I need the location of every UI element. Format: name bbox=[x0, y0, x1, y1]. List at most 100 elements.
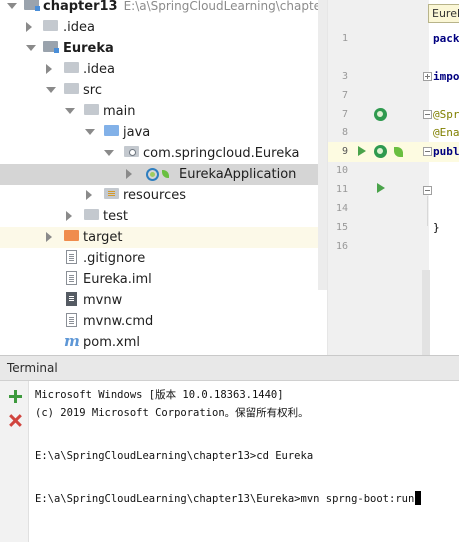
tree-item-chapter13[interactable]: chapter13 E:\a\SpringCloudLearning\chapte… bbox=[0, 0, 327, 17]
tree-item-label: com.springcloud.Eureka bbox=[143, 146, 300, 161]
module-folder-icon bbox=[24, 0, 40, 11]
tree-item-eureka-application[interactable]: EurekaApplication bbox=[0, 164, 327, 185]
line-number: 15 bbox=[335, 222, 348, 233]
tree-item-label: test bbox=[103, 209, 128, 224]
file-icon bbox=[66, 250, 77, 264]
terminal-line: E:\a\SpringCloudLearning\chapter13>cd Eu… bbox=[35, 450, 314, 462]
terminal-header: Terminal bbox=[0, 355, 459, 381]
line-number: 16 bbox=[335, 241, 348, 252]
chevron-right-icon[interactable] bbox=[46, 64, 52, 74]
tree-item-java[interactable]: java bbox=[0, 122, 327, 143]
tree-item-label: src bbox=[83, 83, 102, 98]
terminal-prompt[interactable]: E:\a\SpringCloudLearning\chapter13\Eurek… bbox=[35, 491, 422, 507]
code-annotation: @Enal bbox=[433, 126, 459, 139]
tree-item-label: chapter13 E:\a\SpringCloudLearning\chapte… bbox=[43, 0, 327, 14]
tree-item-eureka[interactable]: Eureka bbox=[0, 38, 327, 59]
close-terminal-icon[interactable] bbox=[8, 413, 22, 427]
run-icon[interactable] bbox=[358, 146, 366, 156]
fold-collapse-icon[interactable] bbox=[423, 147, 432, 156]
file-icon bbox=[66, 313, 77, 327]
chevron-down-icon[interactable] bbox=[26, 45, 36, 51]
tree-item-label: target bbox=[83, 230, 123, 245]
fold-expand-icon[interactable] bbox=[423, 72, 432, 81]
code-package: pack bbox=[433, 32, 459, 45]
tree-item-label: .idea bbox=[63, 20, 95, 35]
resources-folder-icon bbox=[104, 188, 119, 199]
fold-collapse-icon[interactable] bbox=[423, 186, 432, 195]
tree-item-label: Eureka bbox=[63, 41, 114, 56]
tree-item-test[interactable]: test bbox=[0, 206, 327, 227]
file-icon bbox=[66, 271, 77, 285]
folder-icon bbox=[43, 20, 58, 31]
excluded-folder-icon bbox=[64, 230, 79, 241]
tree-item-label: resources bbox=[123, 188, 187, 203]
tree-item-idea[interactable]: .idea bbox=[0, 17, 327, 38]
line-number: 10 bbox=[335, 165, 348, 176]
code-editor[interactable]: 1 3 7 7 8 9 10 11 14 15 16 pack impo @Sp… bbox=[327, 0, 459, 355]
editor-scrollbar[interactable] bbox=[422, 270, 430, 355]
line-number: 7 bbox=[341, 109, 348, 120]
run-icon[interactable] bbox=[377, 183, 385, 193]
chevron-down-icon[interactable] bbox=[7, 3, 17, 9]
chevron-right-icon[interactable] bbox=[46, 232, 52, 242]
tree-item-main[interactable]: main bbox=[0, 101, 327, 122]
line-number: 14 bbox=[335, 203, 348, 214]
tree-item-label: mvnw bbox=[83, 293, 123, 308]
tree-item-label: .idea bbox=[83, 62, 115, 77]
terminal-line: (c) 2019 Microsoft Corporation。保留所有权利。 bbox=[35, 407, 309, 419]
line-number: 3 bbox=[341, 71, 348, 82]
chevron-down-icon[interactable] bbox=[85, 129, 95, 135]
tree-item-target[interactable]: target bbox=[0, 227, 327, 248]
terminal-output[interactable]: Microsoft Windows [版本 10.0.18363.1440] (… bbox=[29, 381, 459, 542]
tree-scrollbar[interactable] bbox=[318, 0, 327, 290]
line-number: 11 bbox=[335, 184, 348, 195]
package-icon bbox=[124, 146, 139, 157]
tree-item-label: .gitignore bbox=[83, 251, 146, 266]
maven-icon: m bbox=[64, 332, 80, 350]
line-number: 1 bbox=[341, 33, 348, 44]
class-icon bbox=[146, 168, 159, 181]
terminal-line: Microsoft Windows [版本 10.0.18363.1440] bbox=[35, 389, 284, 401]
chevron-down-icon[interactable] bbox=[104, 150, 114, 156]
chevron-down-icon[interactable] bbox=[65, 108, 75, 114]
folder-icon bbox=[84, 209, 99, 220]
tree-item-label: java bbox=[123, 125, 151, 140]
chevron-right-icon[interactable] bbox=[66, 211, 72, 221]
chevron-right-icon[interactable] bbox=[86, 190, 92, 200]
source-folder-icon bbox=[104, 125, 119, 136]
chevron-right-icon[interactable] bbox=[126, 169, 132, 179]
line-number: 8 bbox=[341, 127, 348, 138]
code-annotation: @Spr bbox=[433, 108, 459, 121]
folder-icon bbox=[64, 62, 79, 73]
code-brace: } bbox=[433, 221, 440, 234]
spring-bean-icon[interactable] bbox=[374, 108, 387, 121]
tree-item-label: EurekaApplication bbox=[179, 167, 297, 182]
tree-item-mvnw-cmd[interactable]: mvnw.cmd bbox=[0, 311, 327, 332]
fold-collapse-icon[interactable] bbox=[423, 110, 432, 119]
folder-icon bbox=[64, 83, 79, 94]
editor-tab[interactable]: Eurek bbox=[428, 4, 459, 23]
tree-item-src[interactable]: src bbox=[0, 80, 327, 101]
code-import: impo bbox=[433, 70, 459, 83]
tree-item-resources[interactable]: resources bbox=[0, 185, 327, 206]
tree-item-package[interactable]: com.springcloud.Eureka bbox=[0, 143, 327, 164]
spring-bean-icon[interactable] bbox=[374, 145, 387, 158]
tree-item-pom-xml[interactable]: m pom.xml bbox=[0, 332, 327, 353]
tree-item-gitignore[interactable]: .gitignore bbox=[0, 248, 327, 269]
chevron-right-icon[interactable] bbox=[26, 22, 32, 32]
spring-leaf-icon bbox=[162, 170, 169, 178]
module-folder-icon bbox=[43, 41, 59, 53]
tree-item-eureka-iml[interactable]: Eureka.iml bbox=[0, 269, 327, 290]
code-public: publ bbox=[433, 145, 459, 158]
line-number: 7 bbox=[341, 90, 348, 101]
tree-item-eureka-idea[interactable]: .idea bbox=[0, 59, 327, 80]
folder-icon bbox=[84, 104, 99, 115]
spring-leaf-icon[interactable] bbox=[394, 147, 403, 157]
fold-guide bbox=[427, 196, 428, 226]
add-terminal-icon[interactable] bbox=[8, 389, 22, 403]
tree-item-label: mvnw.cmd bbox=[83, 314, 154, 329]
tree-item-label: Eureka.iml bbox=[83, 272, 152, 287]
tree-item-label: main bbox=[103, 104, 136, 119]
tree-item-mvnw[interactable]: mvnw bbox=[0, 290, 327, 311]
chevron-down-icon[interactable] bbox=[46, 87, 56, 93]
